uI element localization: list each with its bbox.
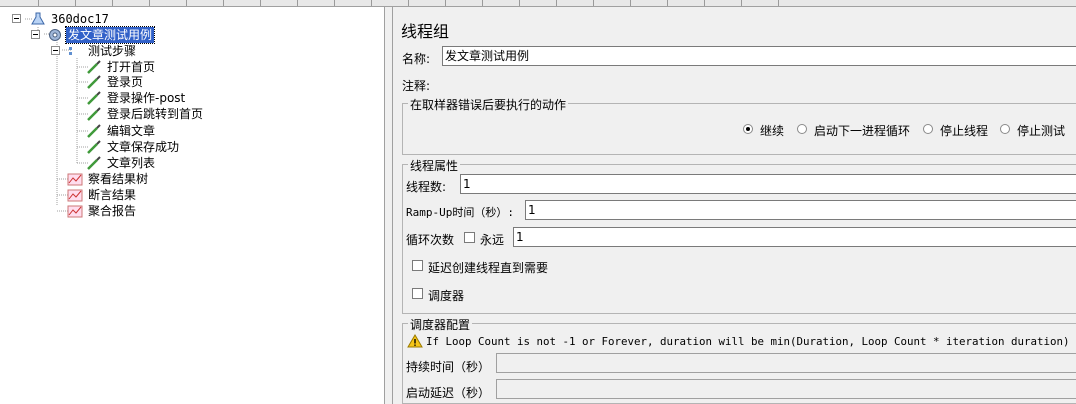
startup-delay-label: 启动延迟（秒） (406, 386, 491, 400)
toolbar-strip (0, 0, 1076, 7)
sampler-pipette-icon (87, 91, 101, 105)
tree-node-label: 察看结果树 (88, 172, 149, 186)
tree-connector-lines (25, 18, 88, 212)
thread-properties-legend: 线程属性 (408, 157, 461, 174)
listener-graph-icon (67, 205, 83, 218)
duration-field[interactable] (496, 353, 1076, 373)
tree-node-label: 登录后跳转到首页 (107, 107, 204, 121)
threads-field[interactable]: 1 (460, 174, 1076, 194)
tree-node-label: 登录操作-post (107, 91, 186, 105)
name-field[interactable]: 发文章测试用例 (442, 46, 1076, 66)
tree-node-label: 发文章测试用例 (64, 26, 156, 44)
tree-node-label: 登录页 (107, 75, 144, 89)
collapse-root-toggle[interactable] (12, 14, 21, 23)
comment-field[interactable] (437, 73, 1076, 93)
loop-count-label: 循环次数 (406, 233, 455, 247)
sampler-pipette-icon (87, 124, 101, 138)
sampler-pipette-icon (87, 60, 101, 74)
sampler-pipette-icon (87, 75, 101, 89)
test-plan-tree[interactable]: 360doc17 发文章测试用例 测试步骤 打开首页 登录页 登录操作-post… (0, 7, 385, 404)
rampup-field[interactable]: 1 (525, 200, 1076, 220)
split-pane-divider[interactable] (385, 7, 393, 404)
listener-graph-icon (67, 189, 83, 202)
tree-node-label: 文章列表 (107, 156, 156, 170)
tree-node-label: 360doc17 (51, 12, 109, 26)
panel-title: 线程组 (401, 22, 450, 41)
thread-group-panel: 线程组 名称: 发文章测试用例 注释: 在取样器错误后要执行的动作 继续 启动下… (394, 7, 1076, 404)
stop-thread-radio[interactable] (923, 124, 933, 134)
start-next-loop-radio[interactable] (797, 124, 807, 134)
forever-label: 永远 (480, 233, 505, 247)
tree-node-label: 文章保存成功 (107, 140, 180, 154)
continue-radio[interactable] (743, 124, 753, 134)
tree-node-label: 断言结果 (88, 188, 137, 202)
loop-count-field[interactable]: 1 (513, 227, 1076, 247)
sampler-pipette-icon (87, 156, 101, 170)
name-label: 名称: (402, 52, 431, 66)
tree-node-label: 测试步骤 (88, 44, 137, 58)
delay-thread-creation-label: 延迟创建线程直到需要 (428, 261, 549, 275)
forever-checkbox[interactable] (464, 232, 475, 243)
stop-test-label: 停止测试 (1017, 124, 1066, 138)
continue-label: 继续 (760, 124, 785, 138)
tree-node-label: 聚合报告 (88, 204, 137, 218)
scheduler-checkbox[interactable] (412, 288, 423, 299)
tree-node-label: 编辑文章 (107, 124, 156, 138)
collapse-controller-toggle[interactable] (51, 46, 60, 55)
thread-group-gear-icon (49, 29, 61, 41)
sampler-pipette-icon (87, 140, 101, 154)
comment-label: 注释: (402, 79, 431, 93)
error-action-legend: 在取样器错误后要执行的动作 (408, 96, 569, 113)
duration-label: 持续时间（秒） (406, 360, 491, 374)
scheduler-label: 调度器 (428, 289, 465, 303)
scheduler-config-legend: 调度器配置 (408, 316, 473, 333)
start-next-loop-label: 启动下一进程循环 (814, 124, 911, 138)
loop-count-warning: If Loop Count is not -1 or Forever, dura… (426, 335, 1070, 348)
rampup-label: Ramp-Up时间（秒）: (406, 206, 514, 219)
listener-graph-icon (67, 173, 83, 186)
delay-thread-creation-checkbox[interactable] (412, 260, 423, 271)
threads-label: 线程数: (406, 180, 447, 194)
warning-icon (407, 334, 423, 348)
controller-icon (69, 47, 72, 55)
stop-thread-label: 停止线程 (940, 124, 989, 138)
startup-delay-field[interactable] (496, 379, 1076, 399)
tree-node-label: 打开首页 (107, 60, 156, 74)
collapse-thread-group-toggle[interactable] (31, 30, 40, 39)
stop-test-radio[interactable] (1000, 124, 1010, 134)
sampler-pipette-icon (87, 107, 101, 121)
test-plan-flask-icon (31, 12, 45, 25)
